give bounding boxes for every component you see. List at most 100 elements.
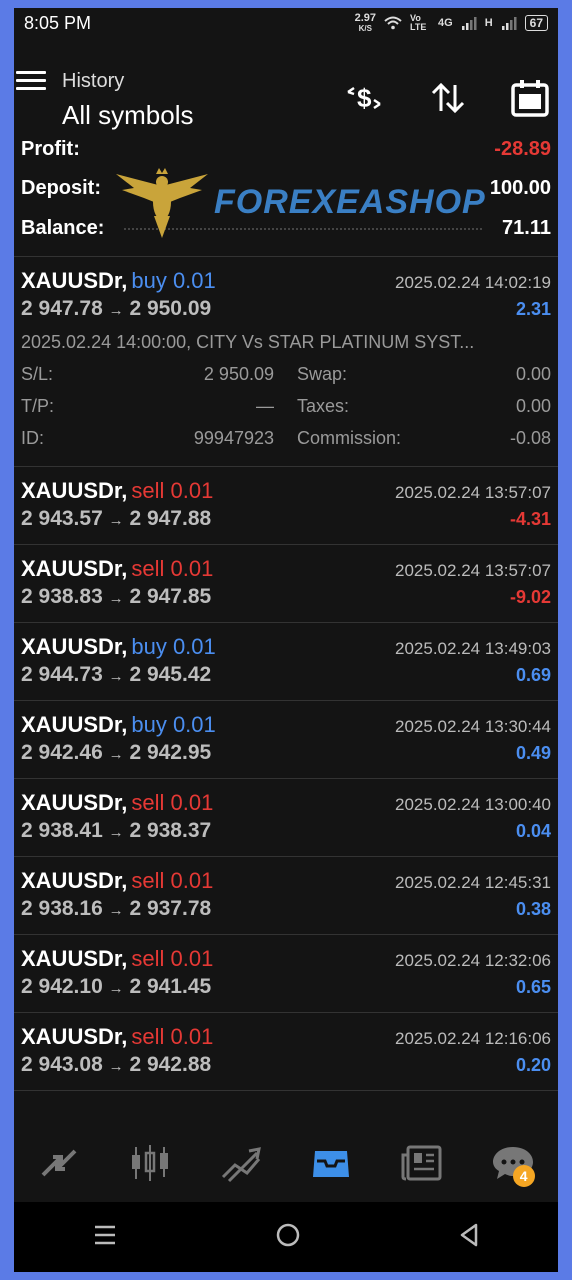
trade-side: sell 0.01 bbox=[131, 946, 214, 971]
arrow-icon: → bbox=[108, 824, 124, 841]
id-row: ID: 99947923 bbox=[21, 428, 274, 448]
trade-symbol: XAUUSDr, bbox=[21, 556, 128, 581]
arrow-icon: → bbox=[108, 590, 124, 607]
close-price: 2 942.88 bbox=[129, 1053, 212, 1076]
trade-side: sell 0.01 bbox=[131, 790, 214, 815]
trade-row[interactable]: XAUUSDr, buy 0.01 2025.02.24 13:49:03 2 9… bbox=[14, 623, 558, 701]
quotes-icon[interactable] bbox=[29, 1133, 89, 1193]
trade-side: buy 0.01 bbox=[131, 268, 216, 293]
arrow-icon: → bbox=[108, 668, 124, 685]
eagle-logo-icon bbox=[116, 168, 208, 238]
trade-row[interactable]: XAUUSDr, sell 0.01 2025.02.24 12:45:31 2 … bbox=[14, 857, 558, 935]
trade-row[interactable]: XAUUSDr, sell 0.01 2025.02.24 12:16:06 2 … bbox=[14, 1013, 558, 1091]
trade-time: 2025.02.24 13:30:44 bbox=[395, 717, 551, 736]
trade-row[interactable]: XAUUSDr, sell 0.01 2025.02.24 13:57:07 2 … bbox=[14, 545, 558, 623]
profit-label: Profit: bbox=[21, 138, 80, 160]
app-screen: 8:05 PM 2.97 K/S Vo LTE 4G H 67 History … bbox=[14, 8, 558, 1272]
page-subtitle: History bbox=[62, 70, 125, 92]
open-price: 2 942.10 bbox=[21, 975, 103, 998]
currency-filter-icon[interactable]: $ bbox=[344, 78, 384, 118]
close-price: 2 938.37 bbox=[129, 819, 212, 842]
app-header: History All symbols $ bbox=[14, 8, 558, 130]
sort-icon[interactable] bbox=[428, 78, 468, 118]
arrow-icon: → bbox=[108, 902, 124, 919]
trade-profit: 2.31 bbox=[515, 299, 551, 319]
close-price: 2 945.42 bbox=[129, 663, 212, 686]
trade-row[interactable]: XAUUSDr, sell 0.01 2025.02.24 13:00:40 2 … bbox=[14, 779, 558, 857]
trade-symbol: XAUUSDr, bbox=[21, 712, 128, 737]
close-price: 2 950.09 bbox=[129, 297, 212, 320]
open-price: 2 944.73 bbox=[21, 663, 103, 686]
home-icon[interactable] bbox=[275, 1222, 301, 1253]
trade-time: 2025.02.24 12:32:06 bbox=[395, 951, 551, 970]
trade-symbol: XAUUSDr, bbox=[21, 1024, 128, 1049]
chart-icon[interactable] bbox=[120, 1133, 180, 1193]
news-icon[interactable] bbox=[392, 1133, 452, 1193]
watermark-logo: FOREXEASHOP bbox=[114, 166, 486, 238]
svg-text:$: $ bbox=[357, 83, 372, 113]
history-icon[interactable] bbox=[301, 1133, 361, 1193]
trade-row[interactable]: XAUUSDr, sell 0.01 2025.02.24 13:57:07 2 … bbox=[14, 467, 558, 545]
swap-row: Swap: 0.00 bbox=[297, 364, 551, 384]
profit-value: -28.89 bbox=[494, 138, 551, 160]
trade-time: 2025.02.24 13:49:03 bbox=[395, 639, 551, 658]
arrow-icon: → bbox=[108, 980, 124, 997]
close-price: 2 937.78 bbox=[129, 897, 212, 920]
trade-side: sell 0.01 bbox=[131, 868, 214, 893]
trade-side: buy 0.01 bbox=[131, 634, 216, 659]
trade-list: XAUUSDr, sell 0.01 2025.02.24 13:57:07 2 … bbox=[14, 467, 558, 1091]
trade-row[interactable]: XAUUSDr, sell 0.01 2025.02.24 12:32:06 2 … bbox=[14, 935, 558, 1013]
trade-profit: 0.20 bbox=[515, 1055, 551, 1075]
open-price: 2 942.46 bbox=[21, 741, 103, 764]
trade-profit: 0.65 bbox=[515, 977, 551, 997]
arrow-icon: → bbox=[108, 512, 124, 529]
trade-profit: 0.04 bbox=[515, 821, 551, 841]
trade-side: sell 0.01 bbox=[131, 556, 214, 581]
trade-side: sell 0.01 bbox=[131, 1024, 214, 1049]
trade-profit: -4.31 bbox=[509, 509, 551, 529]
trade-side: buy 0.01 bbox=[131, 712, 216, 737]
close-price: 2 947.88 bbox=[129, 507, 212, 530]
balance-value: 71.11 bbox=[502, 217, 551, 239]
close-price: 2 947.85 bbox=[129, 585, 212, 608]
calendar-icon[interactable] bbox=[510, 78, 550, 118]
recent-apps-icon[interactable] bbox=[92, 1223, 118, 1252]
trade-icon[interactable] bbox=[211, 1133, 271, 1193]
trade-profit: 0.38 bbox=[515, 899, 551, 919]
tp-row: T/P: — bbox=[21, 396, 274, 416]
balance-label: Balance: bbox=[21, 217, 105, 239]
menu-icon[interactable] bbox=[16, 66, 46, 95]
deposit-value: 100.00 bbox=[489, 177, 551, 199]
messages-icon[interactable]: 4 bbox=[483, 1133, 543, 1193]
deposit-label: Deposit: bbox=[21, 177, 101, 199]
arrow-icon: → bbox=[108, 302, 124, 319]
open-price: 2 947.78 bbox=[21, 297, 103, 320]
close-price: 2 942.95 bbox=[129, 741, 212, 764]
trade-time: 2025.02.24 13:57:07 bbox=[395, 561, 551, 580]
bottom-nav: 4 bbox=[14, 1124, 558, 1202]
trade-symbol: XAUUSDr, bbox=[21, 790, 128, 815]
trade-profit: -9.02 bbox=[509, 587, 551, 607]
open-price: 2 943.57 bbox=[21, 507, 103, 530]
open-price: 2 938.41 bbox=[21, 819, 103, 842]
trade-comment: 2025.02.24 14:00:00, CITY Vs STAR PLATIN… bbox=[21, 332, 475, 352]
trade-symbol: XAUUSDr, bbox=[21, 868, 128, 893]
arrow-icon: → bbox=[108, 1058, 124, 1075]
open-price: 2 938.83 bbox=[21, 585, 103, 608]
trade-row[interactable]: XAUUSDr, buy 0.01 2025.02.24 13:30:44 2 9… bbox=[14, 701, 558, 779]
profit-row: Profit: -28.89 bbox=[21, 138, 551, 161]
trade-side: sell 0.01 bbox=[131, 478, 214, 503]
trade-profit: 0.49 bbox=[515, 743, 551, 763]
trade-time: 2025.02.24 12:16:06 bbox=[395, 1029, 551, 1048]
trade-symbol: XAUUSDr, bbox=[21, 268, 128, 293]
trade-time: 2025.02.24 13:57:07 bbox=[395, 483, 551, 502]
sl-row: S/L: 2 950.09 bbox=[21, 364, 274, 384]
open-price: 2 938.16 bbox=[21, 897, 103, 920]
back-icon[interactable] bbox=[458, 1222, 480, 1253]
taxes-row: Taxes: 0.00 bbox=[297, 396, 551, 416]
trade-symbol: XAUUSDr, bbox=[21, 946, 128, 971]
trade-profit: 0.69 bbox=[515, 665, 551, 685]
arrow-icon: → bbox=[108, 746, 124, 763]
watermark-text: FOREXEASHOP bbox=[214, 182, 486, 221]
trade-row-expanded[interactable]: XAUUSDr, buy 0.01 2025.02.24 14:02:19 2 9… bbox=[14, 257, 558, 467]
